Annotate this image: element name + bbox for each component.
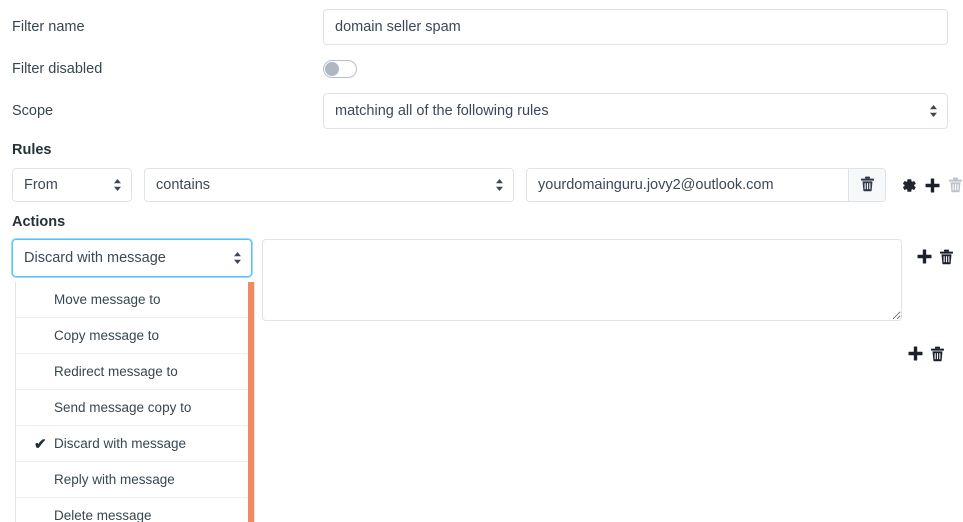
dropdown-item-label: Redirect message to	[54, 364, 178, 379]
trash-icon[interactable]	[930, 346, 945, 362]
dropdown-item-label: Send message copy to	[54, 400, 192, 415]
chevron-updown-icon	[113, 178, 122, 192]
action-type-select[interactable]: Discard with message	[12, 239, 252, 277]
scope-field-area: matching all of the following rules	[323, 93, 963, 129]
filter-disabled-field-area	[323, 60, 963, 78]
scope-label: Scope	[12, 102, 54, 119]
plus-icon[interactable]	[916, 248, 933, 265]
trash-icon-disabled	[948, 177, 963, 193]
rules-heading: Rules	[12, 142, 52, 158]
trash-icon	[860, 176, 875, 195]
scope-select[interactable]: matching all of the following rules	[323, 93, 948, 129]
rule-row: From contains	[0, 168, 963, 202]
action-message-textarea[interactable]	[262, 239, 902, 321]
rule-field-select-value: From	[24, 177, 58, 193]
rule-field-select[interactable]: From	[12, 168, 132, 202]
dropdown-item[interactable]: Redirect message to	[16, 354, 254, 390]
dropdown-item-label: Copy message to	[54, 328, 160, 343]
dropdown-item-label: Move message to	[54, 292, 161, 307]
scope-row: Scope matching all of the following rule…	[0, 92, 963, 130]
dropdown-item-label: Delete message	[54, 508, 152, 522]
action-row-1-icons	[916, 248, 954, 265]
dropdown-item[interactable]: Send message copy to	[16, 390, 254, 426]
dropdown-item[interactable]: Delete message	[16, 498, 254, 522]
rule-value-group	[526, 168, 886, 202]
filter-name-row: Filter name	[0, 8, 963, 46]
dropdown-item-label: Discard with message	[54, 436, 187, 451]
action-row-2-icons	[907, 345, 945, 362]
rule-value-clear-button[interactable]	[848, 169, 885, 201]
check-icon: ✔	[34, 435, 47, 453]
chevron-updown-icon	[495, 178, 504, 192]
scope-select-value: matching all of the following rules	[335, 103, 549, 119]
filter-disabled-toggle[interactable]	[323, 60, 357, 78]
toggle-knob	[325, 62, 339, 76]
filter-name-input[interactable]	[323, 9, 948, 45]
actions-heading: Actions	[12, 214, 66, 230]
filter-settings-page: Filter name Filter disabled Scope matchi…	[0, 8, 963, 522]
filter-disabled-row: Filter disabled	[0, 50, 963, 88]
rule-operator-select[interactable]: contains	[144, 168, 514, 202]
action-type-dropdown[interactable]: Move message to Copy message to Redirect m…	[15, 282, 255, 522]
dropdown-item-label: Reply with message	[54, 472, 175, 487]
dropdown-item[interactable]: Reply with message	[16, 462, 254, 498]
filter-name-field-area	[323, 9, 963, 45]
dropdown-item[interactable]: ✔ Discard with message	[16, 426, 254, 462]
action-type-select-value: Discard with message	[24, 250, 166, 266]
rule-value-input[interactable]	[527, 169, 848, 201]
filter-name-label: Filter name	[12, 18, 85, 35]
trash-icon[interactable]	[939, 249, 954, 265]
plus-icon[interactable]	[924, 177, 941, 194]
filter-disabled-label: Filter disabled	[12, 60, 103, 77]
dropdown-scrollbar[interactable]	[248, 282, 254, 522]
chevron-updown-icon	[233, 251, 242, 265]
dropdown-item[interactable]: Copy message to	[16, 318, 254, 354]
plus-icon[interactable]	[907, 345, 924, 362]
dropdown-item[interactable]: Move message to	[16, 282, 254, 318]
rule-actions-icons	[900, 177, 963, 194]
chevron-updown-icon	[929, 104, 938, 118]
rule-operator-select-value: contains	[156, 177, 211, 193]
gear-icon[interactable]	[900, 177, 917, 194]
